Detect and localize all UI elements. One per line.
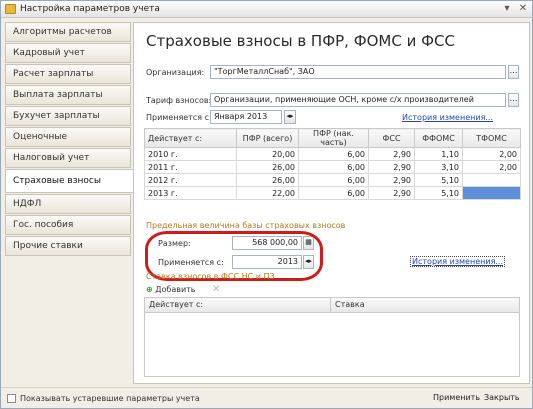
applies-date-spinner[interactable]: ◂▸	[284, 110, 296, 124]
column-header[interactable]: Ставка	[331, 298, 519, 313]
table-cell[interactable]	[462, 173, 521, 187]
table-cell[interactable]: 3,10	[414, 160, 463, 174]
table-cell[interactable]: 6,00	[298, 160, 369, 174]
table-cell[interactable]: 20,00	[236, 147, 299, 161]
table-cell[interactable]: 26,00	[236, 160, 299, 174]
add-button-label: Добавить	[155, 285, 196, 294]
ns-rates-table: Действует с: Ставка	[144, 297, 520, 377]
sidebar-item-ndfl[interactable]: НДФЛ	[5, 194, 131, 214]
sidebar-item-hr[interactable]: Кадровый учет	[5, 43, 131, 63]
delete-icon[interactable]: ✕	[212, 284, 220, 295]
column-header[interactable]: ФСС	[368, 128, 415, 148]
table-cell[interactable]: 2,90	[368, 173, 415, 187]
table-cell[interactable]: 6,00	[298, 147, 369, 161]
sidebar-item-label: Выплата зарплаты	[13, 90, 103, 100]
sidebar-item-label: Страховые взносы	[13, 176, 101, 186]
limit-section-title: Предельная величина базы страховых взнос…	[146, 221, 346, 230]
table-cell[interactable]: 6,00	[298, 173, 369, 187]
sidebar-item-estimates[interactable]: Оценочные обязательства	[5, 127, 131, 160]
column-header[interactable]: ПФР (всего)	[236, 128, 299, 148]
column-header[interactable]: ТФОМС	[462, 128, 521, 148]
limit-history-link[interactable]: История изменения...	[410, 256, 506, 267]
sidebar-item-insurance[interactable]: Страховые взносы	[5, 169, 134, 193]
rates-table-header: Действует с: ПФР (всего) ПФР (нак. часть…	[144, 128, 521, 148]
apply-button[interactable]: Применить	[433, 393, 480, 402]
settings-window-icon	[5, 4, 16, 14]
history-link[interactable]: История изменения...	[402, 113, 493, 122]
sidebar-item-label: Налоговый учет	[13, 153, 90, 163]
organization-field[interactable]: "ТоргМеталлСнаб", ЗАО	[210, 65, 506, 79]
sidebar-item-label: Бухучет зарплаты	[13, 111, 100, 121]
table-cell[interactable]: 1,10	[414, 147, 463, 161]
table-cell[interactable]: 26,00	[236, 173, 299, 187]
selected-cell[interactable]	[462, 186, 521, 200]
table-cell[interactable]: 5,10	[414, 173, 463, 187]
table-cell[interactable]: 2,90	[368, 186, 415, 200]
rates-table: Действует с: ПФР (всего) ПФР (нак. часть…	[144, 128, 521, 200]
title-bar: Настройка параметров учета ▾ ✕	[1, 1, 532, 18]
sidebar-item-label: Прочие ставки	[13, 241, 83, 251]
table-cell[interactable]: 2,00	[462, 147, 521, 161]
show-old-checkbox[interactable]	[7, 394, 16, 403]
table-cell[interactable]: 2013 г.	[144, 186, 237, 200]
settings-window: Настройка параметров учета ▾ ✕ Алгоритмы…	[0, 0, 533, 409]
show-old-label: Показывать устаревшие параметры учета	[20, 394, 200, 403]
table-cell[interactable]: 6,00	[298, 186, 369, 200]
sidebar-item-label: Гос. пособия	[13, 220, 74, 230]
footer-bar: Показывать устаревшие параметры учета Пр…	[1, 387, 532, 408]
table-cell[interactable]: 2,90	[368, 147, 415, 161]
table-row[interactable]: 2013 г. 22,00 6,00 2,90 5,10	[144, 186, 521, 200]
add-button[interactable]: ⊕ Добавить	[146, 285, 196, 294]
add-icon: ⊕	[146, 285, 153, 294]
sidebar-item-tax[interactable]: Налоговый учет	[5, 148, 131, 168]
tariff-select-button[interactable]: …	[508, 93, 519, 107]
close-icon[interactable]: ✕	[517, 3, 529, 15]
sidebar-item-benefits[interactable]: Гос. пособия	[5, 215, 131, 235]
tariff-field[interactable]: Организации, применяющие ОСН, кроме с/х …	[210, 93, 506, 107]
sidebar-item-label: Кадровый учет	[13, 48, 85, 58]
main-panel: Страховые взносы в ПФР, ФОМС и ФСС Орган…	[133, 22, 530, 384]
organization-select-button[interactable]: …	[508, 65, 519, 79]
table-cell[interactable]: 2,00	[462, 160, 521, 174]
column-header[interactable]: ПФР (нак. часть)	[298, 128, 369, 148]
sidebar-item-accounting[interactable]: Бухучет зарплаты	[5, 106, 131, 126]
sidebar-item-payroll-calc[interactable]: Расчет зарплаты	[5, 64, 131, 84]
sidebar-item-other-rates[interactable]: Прочие ставки	[5, 236, 131, 256]
table-row[interactable]: 2012 г. 26,00 6,00 2,90 5,10	[144, 173, 521, 187]
applies-label: Применяется с:	[146, 113, 212, 122]
table-row[interactable]: 2011 г. 26,00 6,00 2,90 3,10 2,00	[144, 160, 521, 174]
page-title: Страховые взносы в ПФР, ФОМС и ФСС	[146, 32, 455, 50]
table-cell[interactable]: 2012 г.	[144, 173, 237, 187]
table-cell[interactable]: 2011 г.	[144, 160, 237, 174]
tariff-label: Тариф взносов:	[146, 96, 212, 105]
column-header[interactable]: Действует с:	[145, 298, 331, 313]
org-label: Организация:	[146, 68, 205, 77]
applies-date-field[interactable]: Января 2013	[210, 110, 282, 124]
sidebar: Алгоритмы расчетов Кадровый учет Расчет …	[5, 22, 134, 384]
column-header[interactable]: ФФОМС	[414, 128, 463, 148]
table-cell[interactable]: 22,00	[236, 186, 299, 200]
sidebar-item-label: НДФЛ	[13, 199, 42, 209]
close-button[interactable]: Закрыть	[484, 393, 520, 402]
table-row[interactable]: 2010 г. 20,00 6,00 2,90 1,10 2,00	[144, 147, 521, 161]
window-title: Настройка параметров учета	[20, 4, 160, 14]
table-cell[interactable]: 2,90	[368, 160, 415, 174]
column-header[interactable]: Действует с:	[144, 128, 237, 148]
sidebar-item-label: Расчет зарплаты	[13, 69, 94, 79]
table-cell[interactable]: 5,10	[414, 186, 463, 200]
sidebar-item-label: Алгоритмы расчетов	[13, 27, 112, 37]
menu-icon[interactable]: ▾	[501, 3, 513, 15]
sidebar-item-algorithms[interactable]: Алгоритмы расчетов	[5, 22, 131, 42]
sidebar-item-payments[interactable]: Выплата зарплаты	[5, 85, 131, 105]
table-cell[interactable]: 2010 г.	[144, 147, 237, 161]
ns-section-title: Ставка взносов в ФСС НС и ПЗ	[146, 272, 275, 281]
